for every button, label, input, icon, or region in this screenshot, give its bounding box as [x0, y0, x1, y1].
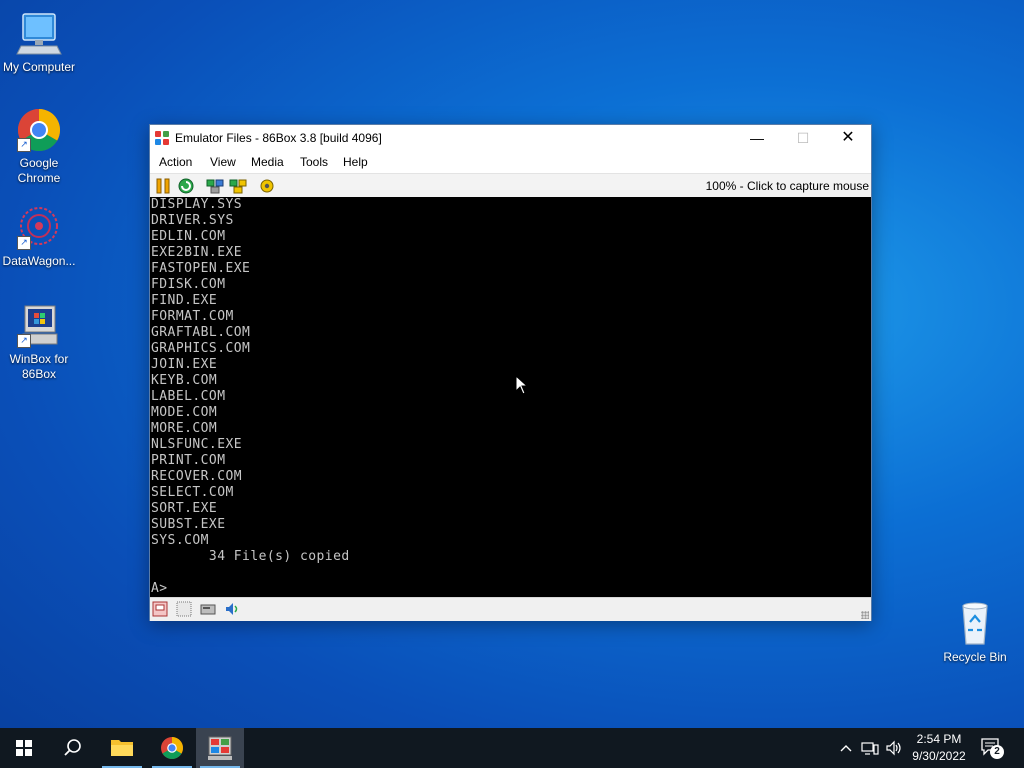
search-icon	[64, 739, 81, 756]
dos-line: NLSFUNC.EXE	[151, 437, 243, 452]
shortcut-arrow-icon: ↗	[17, 138, 31, 152]
toolbar: 100% - Click to capture mouse	[150, 173, 871, 198]
action-center-button[interactable]: 2	[980, 736, 1008, 760]
taskbar: 2:54 PM 9/30/2022 2	[0, 728, 1024, 768]
menu-media[interactable]: Media	[251, 155, 284, 169]
desktop-icon-label: Google Chrome	[17, 156, 61, 185]
taskbar-file-explorer[interactable]	[98, 728, 146, 768]
pause-icon[interactable]	[154, 177, 172, 195]
desktop-icon-label: Recycle Bin	[943, 650, 1007, 664]
winbox-icon: ↗	[15, 302, 63, 350]
chrome-icon: ↗	[15, 106, 63, 154]
taskbar-chrome[interactable]	[148, 728, 196, 768]
dos-line: SUBST.EXE	[151, 517, 226, 532]
desktop-icon-datawagon[interactable]: ↗ DataWagon...	[1, 204, 77, 269]
taskbar-86box[interactable]	[196, 728, 244, 768]
settings-icon[interactable]	[258, 177, 276, 195]
start-button[interactable]	[0, 728, 48, 768]
dos-line: GRAPHICS.COM	[151, 341, 251, 356]
desktop: My Computer ↗ Google Chrome ↗ DataWagon.…	[0, 0, 1024, 728]
window-title: Emulator Files - 86Box 3.8 [build 4096]	[175, 131, 382, 145]
show-hidden-icons-button[interactable]	[838, 740, 854, 756]
hard-reset-icon[interactable]	[177, 177, 195, 195]
computer-icon	[15, 10, 63, 58]
dos-line: A>	[151, 581, 168, 596]
chevron-up-icon	[840, 745, 852, 752]
desktop-icon-label: DataWagon...	[2, 254, 76, 268]
dos-line: LABEL.COM	[151, 389, 226, 404]
86box-icon	[208, 736, 232, 760]
menu-bar: Action View Media Tools Help	[150, 151, 871, 173]
recycle-bin-icon	[951, 600, 999, 648]
search-button[interactable]	[48, 728, 96, 768]
dos-line: MORE.COM	[151, 421, 218, 436]
notification-badge: 2	[990, 745, 1004, 759]
sound-icon[interactable]	[224, 601, 240, 617]
desktop-icon-my-computer[interactable]: My Computer	[1, 10, 77, 75]
ctrl-alt-esc-icon[interactable]	[229, 177, 247, 195]
dos-line: SYS.COM	[151, 533, 209, 548]
dos-line: RECOVER.COM	[151, 469, 243, 484]
floppy-drive-icon[interactable]	[152, 601, 168, 617]
desktop-icon-winbox[interactable]: ↗ WinBox for 86Box	[1, 302, 77, 382]
dos-line: FASTOPEN.EXE	[151, 261, 251, 276]
dos-line: KEYB.COM	[151, 373, 218, 388]
dos-line: GRAFTABL.COM	[151, 325, 251, 340]
maximize-icon: ☐	[796, 130, 810, 146]
status-bar	[150, 597, 871, 621]
maximize-button[interactable]: ☐	[780, 125, 826, 151]
dos-line: EDLIN.COM	[151, 229, 226, 244]
window-titlebar[interactable]: Emulator Files - 86Box 3.8 [build 4096] …	[150, 125, 871, 151]
close-icon: ✕	[841, 129, 855, 146]
menu-tools[interactable]: Tools	[300, 155, 328, 169]
dos-line: SORT.EXE	[151, 501, 218, 516]
dos-line: MODE.COM	[151, 405, 218, 420]
clock-date: 9/30/2022	[912, 749, 966, 763]
minimize-icon: —	[750, 130, 764, 146]
dos-line: PRINT.COM	[151, 453, 226, 468]
dos-line: FORMAT.COM	[151, 309, 234, 324]
dos-line: DRIVER.SYS	[151, 213, 234, 228]
minimize-button[interactable]: —	[734, 125, 780, 151]
mouse-pointer-icon	[515, 374, 529, 395]
resize-grip[interactable]	[861, 611, 869, 619]
dos-line: EXE2BIN.EXE	[151, 245, 243, 260]
volume-button[interactable]	[885, 740, 903, 756]
dos-output: DISPLAY.SYS DRIVER.SYS EDLIN.COM EXE2BIN…	[151, 197, 350, 597]
file-explorer-icon	[111, 740, 133, 756]
hard-disk-icon[interactable]	[200, 601, 216, 617]
dos-line: 34 File(s) copied	[151, 549, 350, 564]
shortcut-arrow-icon: ↗	[17, 334, 31, 348]
menu-view[interactable]: View	[210, 155, 236, 169]
ctrl-alt-del-icon[interactable]	[206, 177, 224, 195]
dos-line: JOIN.EXE	[151, 357, 218, 372]
clock[interactable]: 2:54 PM 9/30/2022	[904, 731, 974, 765]
desktop-icon-recycle-bin[interactable]: Recycle Bin	[937, 600, 1013, 665]
chrome-icon	[161, 737, 183, 759]
desktop-icon-label: My Computer	[2, 60, 76, 74]
dos-line: FDISK.COM	[151, 277, 226, 292]
volume-icon	[886, 740, 901, 756]
dos-line: SELECT.COM	[151, 485, 234, 500]
emulator-window: Emulator Files - 86Box 3.8 [build 4096] …	[149, 124, 872, 621]
network-icon	[861, 742, 879, 755]
86box-icon	[154, 130, 170, 146]
menu-action[interactable]: Action	[159, 155, 192, 169]
clock-time: 2:54 PM	[916, 732, 962, 746]
desktop-icon-label: WinBox for 86Box	[9, 352, 69, 381]
menu-help[interactable]: Help	[343, 155, 368, 169]
shortcut-arrow-icon: ↗	[17, 236, 31, 250]
close-button[interactable]: ✕	[825, 125, 871, 151]
datawagon-icon: ↗	[15, 204, 63, 252]
dos-line: FIND.EXE	[151, 293, 218, 308]
start-icon	[16, 740, 32, 756]
capture-mouse-status[interactable]: 100% - Click to capture mouse	[706, 179, 869, 193]
network-button[interactable]	[861, 740, 879, 756]
cdrom-icon[interactable]	[176, 601, 192, 617]
desktop-icon-google-chrome[interactable]: ↗ Google Chrome	[1, 106, 77, 186]
emulator-screen[interactable]: DISPLAY.SYS DRIVER.SYS EDLIN.COM EXE2BIN…	[150, 197, 871, 597]
dos-line: DISPLAY.SYS	[151, 197, 243, 212]
